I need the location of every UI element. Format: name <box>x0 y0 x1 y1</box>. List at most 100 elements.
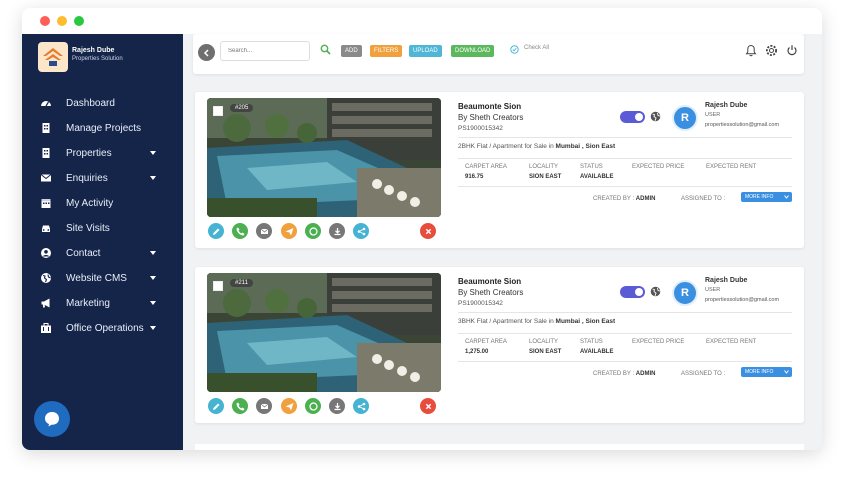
globe-icon[interactable] <box>650 111 661 122</box>
brand-name: Rajesh Dube <box>72 47 115 54</box>
whatsapp-button[interactable] <box>305 223 321 239</box>
chat-button[interactable] <box>34 401 70 437</box>
caret-down-icon <box>150 176 156 180</box>
status-value: AVAILABLE <box>580 349 614 355</box>
sidebar-item-dashboard[interactable]: Dashboard <box>22 91 183 116</box>
search-icon[interactable] <box>320 44 331 55</box>
globe-icon <box>40 272 52 284</box>
select-checkbox[interactable] <box>213 281 223 291</box>
agent-role: USER <box>705 112 721 118</box>
share-icon <box>357 402 365 410</box>
edit-button[interactable] <box>208 223 224 239</box>
delete-icon <box>425 403 431 409</box>
whatsapp-button[interactable] <box>305 398 321 414</box>
sidebar-item-marketing[interactable]: Marketing <box>22 291 183 316</box>
upload-button[interactable]: UPLOAD <box>409 45 442 57</box>
share-button[interactable] <box>353 398 369 414</box>
house-logo-icon <box>43 48 63 66</box>
bell-icon[interactable] <box>745 44 757 57</box>
check-circle-icon[interactable] <box>510 45 519 54</box>
sidebar-item-website-cms[interactable]: Website CMS <box>22 266 183 291</box>
sidebar-item-office-operations[interactable]: Office Operations <box>22 316 183 341</box>
delete-button[interactable] <box>420 398 436 414</box>
expected-price-label: EXPECTED PRICE <box>632 164 685 170</box>
edit-icon <box>212 228 219 235</box>
status-label: STATUS <box>580 164 603 170</box>
globe-icon[interactable] <box>650 286 661 297</box>
property-title[interactable]: Beaumonte Sion <box>458 102 521 111</box>
envelope-icon <box>40 172 52 184</box>
assigned-to: ASSIGNED TO : <box>681 371 726 377</box>
sidebar-item-site-visits[interactable]: Site Visits <box>22 216 183 241</box>
call-button[interactable] <box>232 223 248 239</box>
edit-button[interactable] <box>208 398 224 414</box>
listing-id-tag: #205 <box>230 104 254 112</box>
sidebar-item-contact[interactable]: Contact <box>22 241 183 266</box>
toolbar-button-label: DOWNLOAD <box>455 48 491 54</box>
publish-toggle[interactable] <box>620 111 645 123</box>
check-all-label[interactable]: Check All <box>524 45 549 51</box>
filters-button[interactable]: FILTERS <box>370 45 403 57</box>
sidebar-item-label: Dashboard <box>66 98 115 109</box>
property-description: 3BHK Flat / Apartment for Sale in Mumbai… <box>458 318 616 325</box>
power-icon[interactable] <box>786 44 798 57</box>
send-button[interactable] <box>281 398 297 414</box>
dashboard-icon <box>40 97 52 109</box>
call-button[interactable] <box>232 398 248 414</box>
back-button[interactable] <box>198 44 215 61</box>
status-value: AVAILABLE <box>580 174 614 180</box>
email-button[interactable] <box>256 223 272 239</box>
sidebar-item-label: Office Operations <box>66 323 144 334</box>
caret-down-icon <box>150 326 156 330</box>
sidebar-item-label: Marketing <box>66 298 110 309</box>
download-button[interactable] <box>329 223 345 239</box>
property-photo[interactable]: #211 <box>207 273 441 392</box>
more-info-dropdown[interactable]: MORE INFO <box>741 192 792 202</box>
divider <box>458 186 792 187</box>
share-button[interactable] <box>353 223 369 239</box>
download-button[interactable] <box>329 398 345 414</box>
download-button[interactable]: DOWNLOAD <box>451 45 495 57</box>
locality-value: SION EAST <box>529 174 562 180</box>
download-icon <box>334 227 340 235</box>
divider <box>458 137 792 138</box>
property-code: PS1900015342 <box>458 125 503 132</box>
sidebar-item-label: My Activity <box>66 198 114 209</box>
property-photo[interactable]: #205 <box>207 98 441 217</box>
maximize-window-button[interactable] <box>74 16 84 26</box>
sidebar-item-manage-projects[interactable]: Manage Projects <box>22 116 183 141</box>
divider <box>458 312 792 313</box>
select-checkbox[interactable] <box>213 106 223 116</box>
call-icon <box>236 402 244 410</box>
more-info-dropdown[interactable]: MORE INFO <box>741 367 792 377</box>
locality-value: SION EAST <box>529 349 562 355</box>
created-by: CREATED BY : ADMIN <box>593 371 656 377</box>
search-input[interactable] <box>220 41 310 61</box>
carpet-area-label: CARPET AREA <box>465 164 507 170</box>
minimize-window-button[interactable] <box>57 16 67 26</box>
close-window-button[interactable] <box>40 16 50 26</box>
divider <box>458 361 792 362</box>
gear-icon[interactable] <box>765 44 778 57</box>
whatsapp-icon <box>308 401 318 411</box>
publish-toggle[interactable] <box>620 286 645 298</box>
divider <box>458 333 792 334</box>
property-title[interactable]: Beaumonte Sion <box>458 277 521 286</box>
email-icon <box>260 228 268 234</box>
caret-down-icon <box>150 301 156 305</box>
sidebar-item-my-activity[interactable]: My Activity <box>22 191 183 216</box>
sidebar-item-properties[interactable]: Properties <box>22 141 183 166</box>
chevron-down-icon <box>784 370 789 374</box>
agent-role: USER <box>705 287 721 293</box>
send-button[interactable] <box>281 223 297 239</box>
app-window: Rajesh Dube Properties Solution Dashboar… <box>22 8 822 450</box>
title-bar <box>22 8 822 34</box>
chevron-left-icon <box>203 48 209 57</box>
sidebar-item-enquiries[interactable]: Enquiries <box>22 166 183 191</box>
delete-button[interactable] <box>420 223 436 239</box>
expected-price-label: EXPECTED PRICE <box>632 339 685 345</box>
status-label: STATUS <box>580 339 603 345</box>
add-button[interactable]: ADD <box>341 45 362 57</box>
email-button[interactable] <box>256 398 272 414</box>
developer-name: By Sheth Creators <box>458 288 524 297</box>
